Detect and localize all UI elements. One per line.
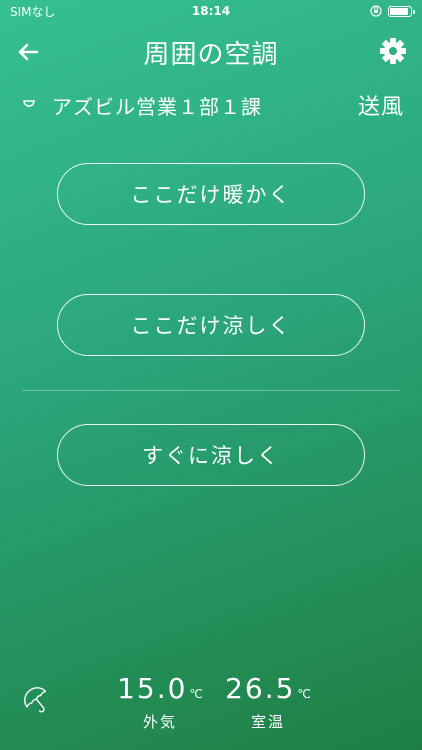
- page-title: 周囲の空調: [143, 39, 279, 70]
- umbrella-icon: [24, 687, 47, 713]
- arrow-left-icon: [18, 43, 39, 61]
- gear-icon: [380, 38, 406, 64]
- cool-here-button[interactable]: ここだけ涼しく: [57, 294, 365, 356]
- status-time: 18:14: [191, 4, 231, 18]
- indoor-temperature: 26.5 ℃ 室温: [218, 672, 318, 732]
- battery-icon: [388, 5, 415, 17]
- settings-button[interactable]: [378, 36, 408, 66]
- location-row: アズビル営業１部１課 送風: [22, 88, 404, 122]
- location-name: アズビル営業１部１課: [52, 94, 262, 119]
- indoor-temp-value: 26.5: [225, 672, 296, 705]
- outdoor-temp-label: 外気: [142, 713, 177, 731]
- header: 周囲の空調: [0, 30, 422, 74]
- back-button[interactable]: [14, 38, 42, 66]
- divider: [22, 390, 400, 391]
- warm-here-button[interactable]: ここだけ暖かく: [57, 163, 365, 225]
- zone-icon: [23, 100, 35, 107]
- operation-mode: 送風: [357, 95, 404, 120]
- outdoor-temperature: 15.0 ℃ 外気: [112, 672, 208, 732]
- outdoor-temp-value: 15.0: [117, 672, 188, 705]
- quick-cool-button[interactable]: すぐに涼しく: [57, 424, 365, 486]
- status-bar: SIMなし 18:14: [0, 0, 422, 22]
- indoor-temp-unit: ℃: [297, 687, 311, 701]
- outdoor-temp-unit: ℃: [189, 687, 203, 701]
- indoor-temp-label: 室温: [250, 713, 285, 731]
